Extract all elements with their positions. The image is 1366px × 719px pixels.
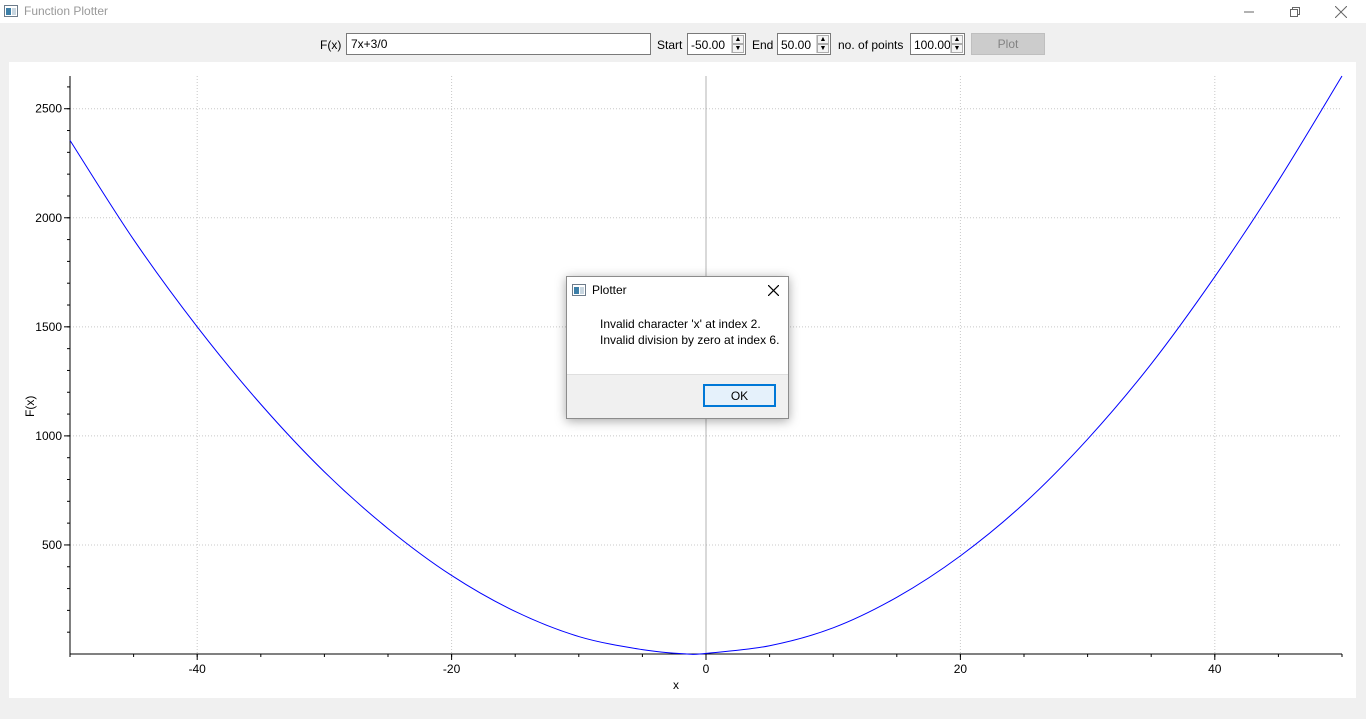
x-tick-label: -20 xyxy=(443,662,461,676)
arrow-down-icon: ▼ xyxy=(734,45,742,52)
end-spinbox[interactable]: 50.00 ▲ ▼ xyxy=(777,33,831,55)
ok-button[interactable]: OK xyxy=(703,384,776,407)
end-increment-button[interactable]: ▲ xyxy=(817,35,829,44)
dialog-footer: OK xyxy=(567,374,788,418)
end-value: 50.00 xyxy=(781,38,812,52)
y-tick-label: 1500 xyxy=(35,320,62,334)
title-bar: Function Plotter xyxy=(0,0,1366,23)
message-line-2: Invalid division by zero at index 6. xyxy=(600,333,780,347)
arrow-up-icon: ▲ xyxy=(734,36,742,43)
start-label: Start xyxy=(657,38,683,52)
y-tick-label: 2500 xyxy=(35,102,62,116)
restore-button[interactable] xyxy=(1272,0,1318,23)
message-line-1: Invalid character 'x' at index 2. xyxy=(600,317,761,331)
start-spinbox[interactable]: -50.00 ▲ ▼ xyxy=(687,33,746,55)
restore-icon xyxy=(1290,6,1300,17)
x-tick-label: -40 xyxy=(189,662,207,676)
y-tick-label: 1000 xyxy=(35,429,62,443)
dialog-title-bar: Plotter xyxy=(567,277,788,303)
points-increment-button[interactable]: ▲ xyxy=(951,35,963,44)
plot-button[interactable]: Plot xyxy=(971,33,1045,55)
start-decrement-button[interactable]: ▼ xyxy=(732,44,744,53)
points-decrement-button[interactable]: ▼ xyxy=(951,44,963,53)
dialog-close-button[interactable] xyxy=(763,281,783,299)
arrow-down-icon: ▼ xyxy=(819,45,827,52)
start-increment-button[interactable]: ▲ xyxy=(732,35,744,44)
minimize-button[interactable] xyxy=(1226,0,1272,23)
arrow-up-icon: ▲ xyxy=(819,36,827,43)
x-tick-label: 0 xyxy=(703,662,710,676)
arrow-up-icon: ▲ xyxy=(953,36,961,43)
y-axis-label: F(x) xyxy=(23,395,37,417)
start-value: -50.00 xyxy=(691,38,726,52)
dialog-title: Plotter xyxy=(592,283,627,297)
function-input[interactable]: 7x+3/0 xyxy=(346,33,651,55)
points-label: no. of points xyxy=(838,38,904,52)
end-label: End xyxy=(752,38,774,52)
app-icon xyxy=(572,284,586,296)
end-decrement-button[interactable]: ▼ xyxy=(817,44,829,53)
close-button[interactable] xyxy=(1318,0,1364,23)
y-tick-label: 2000 xyxy=(35,211,62,225)
fx-label: F(x) xyxy=(320,38,342,52)
close-icon xyxy=(1335,5,1347,18)
close-icon xyxy=(767,284,779,296)
toolbar: F(x) 7x+3/0 Start -50.00 ▲ ▼ End 50.00 ▲… xyxy=(0,23,1366,63)
error-dialog: Plotter Invalid character 'x' at index 2… xyxy=(566,276,789,419)
app-icon xyxy=(4,5,18,17)
x-tick-label: 20 xyxy=(954,662,968,676)
x-tick-label: 40 xyxy=(1208,662,1222,676)
points-value: 100.00 xyxy=(914,38,951,52)
minimize-icon xyxy=(1244,11,1254,12)
points-spinbox[interactable]: 100.00 ▲ ▼ xyxy=(910,33,965,55)
x-axis-label: x xyxy=(673,678,679,692)
y-tick-label: 500 xyxy=(42,538,62,552)
arrow-down-icon: ▼ xyxy=(953,45,961,52)
window-title: Function Plotter xyxy=(24,4,109,18)
dialog-message: Invalid character 'x' at index 2. Invali… xyxy=(600,316,779,348)
